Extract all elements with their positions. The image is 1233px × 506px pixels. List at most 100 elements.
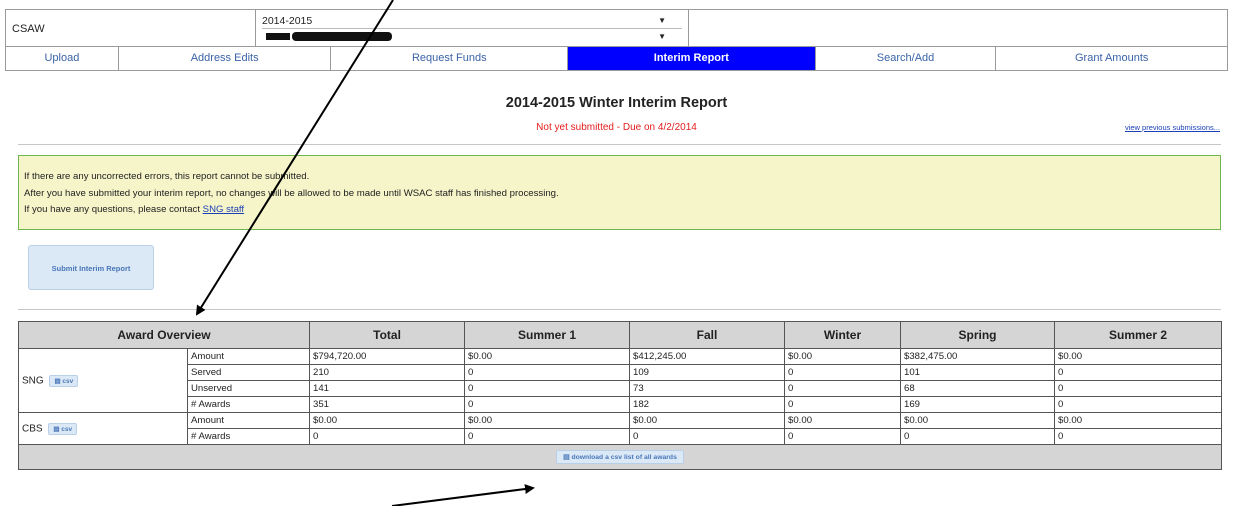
- notice-text: If you have any questions, please contac…: [24, 204, 203, 215]
- table-cell: $0.00: [900, 412, 1056, 429]
- table-cell: 0: [464, 396, 631, 413]
- table-cell: 182: [629, 396, 786, 413]
- column-header: Fall: [629, 321, 786, 349]
- table-cell: 109: [629, 364, 786, 381]
- table-cell: 0: [464, 364, 631, 381]
- tab-address-edits[interactable]: Address Edits: [119, 47, 332, 70]
- header-divider: [255, 9, 256, 47]
- table-cell: $0.00: [629, 412, 786, 429]
- divider: [18, 144, 1221, 145]
- row-label: Amount: [186, 348, 311, 365]
- table-cell: $0.00: [784, 348, 902, 365]
- table-cell: 0: [629, 428, 786, 445]
- status-text: Not yet submitted - Due on 4/2/2014: [536, 122, 697, 133]
- table-cell: $382,475.00: [900, 348, 1056, 365]
- table-header-row: Award Overview Total Summer 1 Fall Winte…: [17, 321, 1223, 349]
- notice-line: If there are any uncorrected errors, thi…: [24, 171, 310, 182]
- table-cell: 351: [309, 396, 466, 413]
- table-row: Served 210 0 109 0 101 0: [19, 364, 1223, 381]
- caret-down-icon: ▼: [658, 32, 666, 41]
- table-cell: 68: [900, 380, 1056, 397]
- table-cell: 0: [1054, 396, 1223, 413]
- download-label: download a csv list of all awards: [571, 454, 677, 461]
- tab-search-add[interactable]: Search/Add: [816, 47, 997, 70]
- table-footer-cell: ▤ download a csv list of all awards: [17, 444, 1223, 470]
- table-cell: 141: [309, 380, 466, 397]
- sng-csv-button[interactable]: ▤ csv: [49, 374, 79, 387]
- group-label: CBS: [22, 423, 43, 435]
- sng-staff-link[interactable]: SNG staff: [203, 204, 244, 215]
- table-row: # Awards 0 0 0 0 0 0: [19, 428, 1223, 445]
- table-cell: 0: [784, 364, 902, 381]
- header-divider: [688, 9, 689, 47]
- column-header: Total: [309, 321, 466, 349]
- row-label: # Awards: [186, 428, 311, 445]
- year-select[interactable]: 2014-2015 ▼: [262, 14, 682, 29]
- table-cell: 73: [629, 380, 786, 397]
- csv-label: csv: [61, 425, 73, 433]
- table-cell: 0: [900, 428, 1056, 445]
- school-select[interactable]: ▼: [262, 30, 682, 44]
- group-label: SNG: [22, 375, 44, 387]
- table-cell: $0.00: [1054, 412, 1223, 429]
- column-header: Winter: [784, 321, 902, 349]
- csv-label: csv: [62, 377, 74, 385]
- group-cell: CBS ▤ csv: [18, 412, 188, 445]
- column-header: Summer 1: [464, 321, 631, 349]
- table-cell: 101: [900, 364, 1056, 381]
- row-label: Served: [186, 364, 311, 381]
- caret-down-icon: ▼: [658, 16, 666, 25]
- redaction-block: [266, 33, 290, 40]
- table-row: # Awards 351 0 182 0 169 0: [19, 396, 1223, 413]
- previous-submissions-link[interactable]: view previous submissions...: [1125, 123, 1220, 132]
- page-title: 2014-2015 Winter Interim Report: [505, 95, 728, 111]
- table-cell: 0: [464, 428, 631, 445]
- table-cell: 0: [784, 380, 902, 397]
- tab-bar: Upload Address Edits Request Funds Inter…: [5, 47, 1228, 71]
- column-header: Summer 2: [1054, 321, 1223, 349]
- column-header: Spring: [900, 321, 1056, 349]
- table-cell: 210: [309, 364, 466, 381]
- table-cell: $0.00: [464, 412, 631, 429]
- table-cell: 0: [784, 396, 902, 413]
- award-overview-table: Award Overview Total Summer 1 Fall Winte…: [17, 321, 1223, 470]
- year-select-value: 2014-2015: [262, 15, 313, 27]
- table-cell: 0: [784, 428, 902, 445]
- notice-line: After you have submitted your interim re…: [24, 187, 559, 199]
- table-cell: $794,720.00: [309, 348, 466, 365]
- tab-grant-amounts[interactable]: Grant Amounts: [996, 47, 1227, 70]
- group-cell: SNG ▤ csv: [18, 348, 188, 413]
- table-cell: 0: [1054, 364, 1223, 381]
- row-label: # Awards: [186, 396, 311, 413]
- app-label: CSAW: [12, 23, 45, 35]
- tab-interim-report[interactable]: Interim Report: [568, 47, 816, 70]
- table-cell: 0: [1054, 428, 1223, 445]
- table-cell: 0: [464, 380, 631, 397]
- cbs-csv-button[interactable]: ▤ csv: [48, 422, 78, 435]
- row-label: Amount: [186, 412, 311, 429]
- redaction-block: [292, 32, 392, 41]
- divider: [18, 309, 1221, 310]
- tab-upload[interactable]: Upload: [6, 47, 119, 70]
- row-label: Unserved: [186, 380, 311, 397]
- table-cell: $412,245.00: [629, 348, 786, 365]
- notice-box: If there are any uncorrected errors, thi…: [18, 155, 1221, 230]
- notice-line: If you have any questions, please contac…: [24, 202, 1220, 219]
- table-cell: 0: [309, 428, 466, 445]
- submit-interim-report-button[interactable]: Submit Interim Report: [28, 245, 154, 290]
- table-cell: $0.00: [464, 348, 631, 365]
- table-row: Unserved 141 0 73 0 68 0: [19, 380, 1223, 397]
- table-row: SNG ▤ csv Amount $794,720.00 $0.00 $412,…: [18, 348, 1223, 413]
- annotation-arrow: [391, 484, 535, 506]
- table-row: CBS ▤ csv Amount $0.00 $0.00 $0.00 $0.00…: [18, 412, 1223, 445]
- download-csv-button[interactable]: ▤ download a csv list of all awards: [556, 450, 684, 464]
- table-cell: $0.00: [784, 412, 902, 429]
- column-header: Award Overview: [17, 321, 311, 349]
- table-cell: 169: [900, 396, 1056, 413]
- table-cell: 0: [1054, 380, 1223, 397]
- table-footer-row: ▤ download a csv list of all awards: [17, 444, 1223, 470]
- tab-request-funds[interactable]: Request Funds: [331, 47, 569, 70]
- table-cell: $0.00: [1054, 348, 1223, 365]
- top-header-bar: CSAW 2014-2015 ▼ ▼: [5, 9, 1228, 47]
- table-cell: $0.00: [309, 412, 466, 429]
